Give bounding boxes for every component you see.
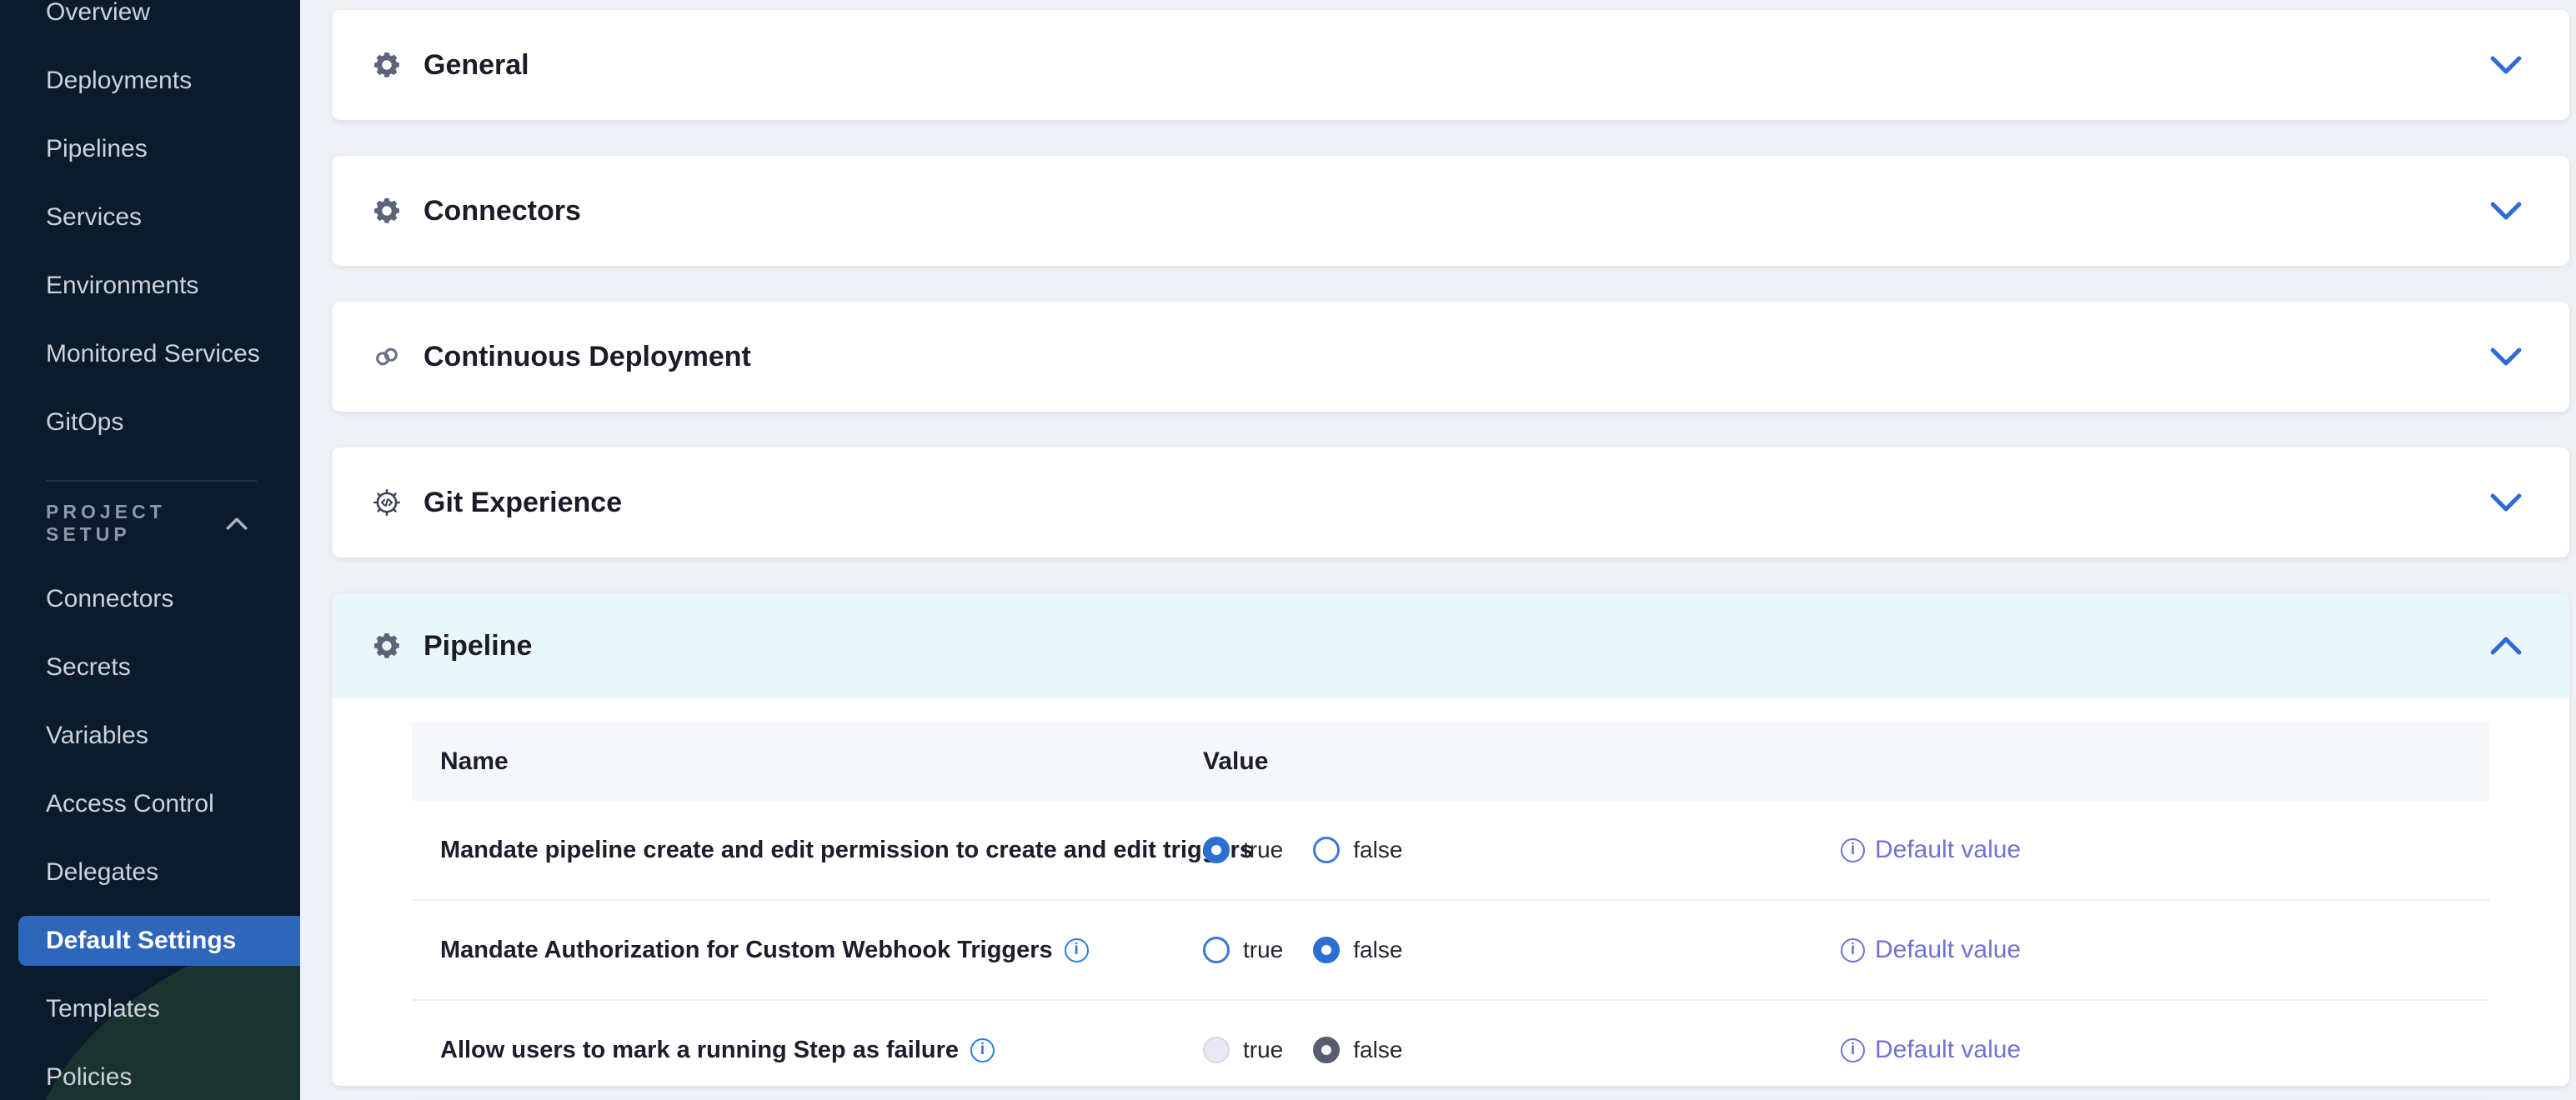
settings-table-header: Name Value <box>412 722 2489 801</box>
radio-option-true[interactable]: true <box>1203 937 1283 963</box>
radio-true-icon[interactable] <box>1203 937 1230 963</box>
info-icon: i <box>1841 1038 1865 1062</box>
chevron-down-icon[interactable] <box>2490 492 2522 512</box>
section-card-connectors: Connectors <box>332 156 2569 266</box>
radio-group: true false <box>1203 1037 1841 1063</box>
table-row: Allow users to mark a running Step as fa… <box>412 1001 2489 1100</box>
radio-false-label: false <box>1353 937 1402 963</box>
radio-true-label: true <box>1243 1037 1283 1063</box>
radio-false-icon[interactable] <box>1313 1037 1340 1063</box>
sidebar: OverviewDeploymentsPipelinesServicesEnvi… <box>0 0 300 1100</box>
app-window: OverviewDeploymentsPipelinesServicesEnvi… <box>0 0 2576 1100</box>
section-header-pipeline[interactable]: Pipeline <box>332 593 2569 698</box>
radio-true-icon[interactable] <box>1203 1037 1230 1063</box>
info-icon: i <box>1841 838 1865 862</box>
sidebar-item-overview[interactable]: Overview <box>0 0 300 47</box>
default-value-link[interactable]: Default value <box>1875 936 2021 964</box>
radio-false-icon[interactable] <box>1313 937 1340 963</box>
setting-name: Allow users to mark a running Step as fa… <box>440 1037 959 1064</box>
sidebar-item-connectors[interactable]: Connectors <box>0 565 300 633</box>
section-card-git-experience: Git Experience <box>332 448 2569 558</box>
info-icon[interactable]: i <box>970 1038 995 1062</box>
setting-name: Mandate pipeline create and edit permiss… <box>440 837 1253 864</box>
pipeline-settings-body: Name Value Mandate pipeline create and e… <box>332 698 2569 1086</box>
sidebar-item-pipelines[interactable]: Pipelines <box>0 115 300 183</box>
section-title: Git Experience <box>423 487 2490 519</box>
radio-true-label: true <box>1243 837 1283 863</box>
sidebar-section-header[interactable]: PROJECT SETUP <box>0 500 300 547</box>
sidebar-item-environments[interactable]: Environments <box>0 252 300 320</box>
link-icon <box>372 342 402 372</box>
radio-option-false[interactable]: false <box>1313 1037 1402 1063</box>
gear-icon <box>372 50 402 80</box>
section-card-pipeline: Pipeline Name Value Mandate pipeline cre… <box>332 593 2569 1086</box>
radio-option-true[interactable]: true <box>1203 837 1283 863</box>
sidebar-item-default-settings[interactable]: Default Settings <box>18 916 300 966</box>
default-value-link[interactable]: Default value <box>1875 836 2021 864</box>
section-title: Connectors <box>423 195 2490 228</box>
chevron-down-icon[interactable] <box>2490 201 2522 221</box>
radio-option-true[interactable]: true <box>1203 1037 1283 1063</box>
radio-true-icon[interactable] <box>1203 837 1230 863</box>
section-card-general: General <box>332 10 2569 120</box>
info-icon: i <box>1841 938 1865 962</box>
sidebar-item-monitored-services[interactable]: Monitored Services <box>0 320 300 388</box>
gear-code-icon <box>372 488 402 518</box>
setting-name: Mandate Authorization for Custom Webhook… <box>440 937 1053 964</box>
sidebar-project-nav: ConnectorsSecretsVariablesAccess Control… <box>0 565 300 1100</box>
column-header-value: Value <box>1203 748 1841 776</box>
radio-false-label: false <box>1353 1037 1402 1063</box>
sidebar-item-secrets[interactable]: Secrets <box>0 633 300 702</box>
section-card-continuous-deployment: Continuous Deployment <box>332 302 2569 412</box>
column-header-name: Name <box>412 748 1203 776</box>
chevron-up-icon[interactable] <box>221 518 253 530</box>
radio-group: true false <box>1203 937 1841 963</box>
radio-true-label: true <box>1243 937 1283 963</box>
radio-group: true false <box>1203 837 1841 863</box>
section-header-git-experience[interactable]: Git Experience <box>332 448 2569 558</box>
info-icon[interactable]: i <box>1065 938 1089 962</box>
sidebar-item-delegates[interactable]: Delegates <box>0 838 300 907</box>
gear-icon <box>372 196 402 226</box>
section-label: PROJECT SETUP <box>46 501 221 546</box>
sidebar-item-deployments[interactable]: Deployments <box>0 47 300 115</box>
radio-false-icon[interactable] <box>1313 837 1340 863</box>
table-row: Mandate Authorization for Custom Webhook… <box>412 901 2489 1001</box>
sidebar-item-gitops[interactable]: GitOps <box>0 388 300 457</box>
sidebar-item-variables[interactable]: Variables <box>0 702 300 770</box>
sidebar-item-access-control[interactable]: Access Control <box>0 770 300 838</box>
sidebar-item-policies[interactable]: Policies <box>0 1043 300 1100</box>
settings-table-rows: Mandate pipeline create and edit permiss… <box>412 801 2489 1100</box>
radio-option-false[interactable]: false <box>1313 937 1402 963</box>
section-title: Pipeline <box>423 630 2490 662</box>
sidebar-divider <box>46 480 257 482</box>
sidebar-item-services[interactable]: Services <box>0 183 300 252</box>
chevron-down-icon[interactable] <box>2490 55 2522 75</box>
chevron-down-icon[interactable] <box>2490 347 2522 367</box>
gear-icon <box>372 631 402 661</box>
section-header-continuous-deployment[interactable]: Continuous Deployment <box>332 302 2569 412</box>
table-row: Mandate pipeline create and edit permiss… <box>412 801 2489 901</box>
chevron-up-icon[interactable] <box>2490 636 2522 656</box>
section-title: Continuous Deployment <box>423 341 2490 373</box>
sidebar-nav: OverviewDeploymentsPipelinesServicesEnvi… <box>0 0 300 457</box>
section-header-general[interactable]: General <box>332 10 2569 120</box>
radio-option-false[interactable]: false <box>1313 837 1402 863</box>
settings-page: General Connectors <box>300 0 2576 1100</box>
section-title: General <box>423 49 2490 82</box>
default-value-link[interactable]: Default value <box>1875 1036 2021 1064</box>
section-header-connectors[interactable]: Connectors <box>332 156 2569 266</box>
radio-false-label: false <box>1353 837 1402 863</box>
sidebar-item-templates[interactable]: Templates <box>0 975 300 1043</box>
